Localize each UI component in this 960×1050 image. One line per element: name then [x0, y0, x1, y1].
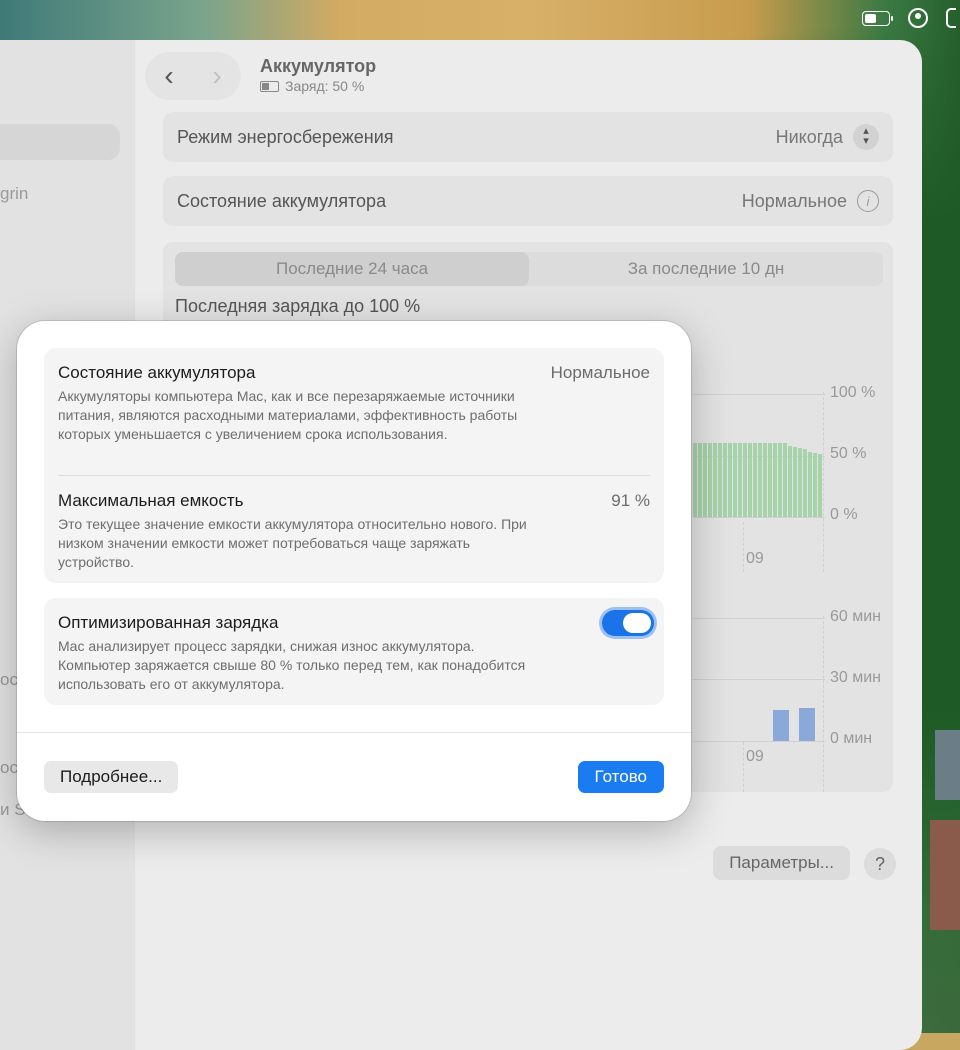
info-icon[interactable]: i	[857, 190, 879, 212]
power-saving-row[interactable]: Режим энергосбережения Никогда ▴ ▾	[163, 112, 893, 162]
tab-last-10-days[interactable]: За последние 10 дн	[529, 252, 883, 286]
usage-tick-label: 60 мин	[830, 608, 882, 625]
capacity-title: Максимальная емкость	[58, 491, 244, 510]
history-range-segmented-control: Последние 24 часа За последние 10 дн	[175, 252, 883, 286]
sidebar-search-field[interactable]	[0, 124, 120, 160]
navigation-buttons: ‹ ›	[145, 52, 241, 100]
control-center-icon[interactable]	[946, 8, 956, 28]
user-account-icon[interactable]	[908, 8, 928, 28]
health-item: Состояние аккумулятора Нормальное Аккуму…	[58, 363, 650, 444]
forward-chevron-icon[interactable]: ›	[212, 62, 221, 90]
battery-health-label: Состояние аккумулятора	[177, 190, 387, 211]
chart-gridline	[693, 618, 825, 619]
battery-health-value: Нормальное	[741, 190, 847, 211]
battery-icon	[260, 80, 279, 92]
wallpaper-roof	[935, 730, 960, 800]
level-bar	[748, 443, 752, 517]
health-description: Аккумуляторы компьютера Mac, как и все п…	[58, 388, 518, 442]
level-tick-label: 0 %	[830, 506, 858, 523]
optimized-item: Оптимизированная зарядка Mac анализирует…	[58, 613, 650, 694]
page-title: Аккумулятор	[260, 56, 377, 76]
level-bar	[803, 449, 807, 517]
capacity-item: Максимальная емкость 91 % Это текущее зн…	[58, 491, 650, 572]
tab-last-24-hours[interactable]: Последние 24 часа	[175, 252, 529, 286]
level-bar	[783, 443, 787, 517]
hour-tick-label: 09	[746, 550, 764, 567]
level-bar	[708, 443, 712, 517]
capacity-value: 91 %	[611, 491, 650, 510]
level-bar	[798, 448, 802, 517]
chart-axis-line	[823, 392, 824, 572]
level-bar	[753, 443, 757, 517]
usage-bar	[799, 708, 815, 741]
chart-axis-line	[823, 616, 824, 792]
level-tick-label: 50 %	[830, 445, 867, 462]
level-bar	[808, 451, 812, 517]
battery-health-row: Состояние аккумулятора Нормальное i	[163, 176, 893, 226]
chart-hour-line	[743, 742, 744, 792]
level-tick-label: 100 %	[830, 384, 876, 401]
toggle-knob	[623, 613, 651, 633]
battery-status-icon[interactable]	[862, 10, 893, 26]
dialog-footer-divider	[17, 732, 691, 733]
optimized-charging-card: Оптимизированная зарядка Mac анализирует…	[44, 598, 664, 705]
level-bar	[698, 443, 702, 517]
level-bar	[693, 443, 697, 517]
options-button[interactable]: Параметры...	[713, 846, 850, 880]
power-saving-value[interactable]: Никогда	[776, 127, 843, 148]
level-bar	[788, 445, 792, 517]
level-bar	[768, 443, 772, 517]
learn-more-button[interactable]: Подробнее...	[44, 761, 179, 793]
help-button[interactable]: ?	[864, 848, 896, 880]
usage-tick-label: 30 мин	[830, 669, 882, 686]
level-bar	[713, 443, 717, 517]
level-bar	[733, 443, 737, 517]
back-chevron-icon[interactable]: ‹	[164, 62, 173, 90]
battery-info-card: Состояние аккумулятора Нормальное Аккуму…	[44, 348, 664, 583]
usage-tick-label: 0 мин	[830, 730, 873, 747]
power-saving-label: Режим энергосбережения	[177, 126, 394, 147]
menu-bar-status-icons	[862, 8, 960, 28]
level-bar	[723, 443, 727, 517]
capacity-description: Это текущее значение емкости аккумулятор…	[58, 516, 527, 570]
popup-stepper-icon[interactable]: ▴ ▾	[853, 124, 879, 150]
optimized-charging-toggle[interactable]	[602, 610, 654, 636]
level-bar	[773, 443, 777, 517]
wallpaper-water	[0, 0, 340, 42]
done-button[interactable]: Готово	[577, 761, 664, 793]
level-bar	[793, 446, 797, 517]
optimized-title: Оптимизированная зарядка	[58, 613, 279, 632]
level-bar	[743, 443, 747, 517]
chart-gridline	[693, 517, 825, 518]
charge-subtitle: Заряд: 50 %	[260, 78, 364, 94]
level-bar	[818, 454, 822, 517]
health-value: Нормальное	[550, 363, 650, 382]
charge-level-text: Заряд: 50 %	[285, 78, 365, 94]
level-bar	[813, 453, 817, 517]
sidebar-item-label[interactable]: oc	[0, 670, 18, 690]
divider	[58, 475, 650, 476]
level-bar	[778, 443, 782, 517]
chart-gridline	[693, 741, 825, 742]
level-bar	[728, 443, 732, 517]
battery-health-dialog: Состояние аккумулятора Нормальное Аккуму…	[17, 321, 691, 821]
usage-bar	[773, 710, 789, 741]
level-bar	[738, 443, 742, 517]
last-charge-text: Последняя зарядка до 100 %	[175, 296, 421, 316]
level-bar	[703, 443, 707, 517]
sidebar-item-label[interactable]: grin	[0, 184, 28, 204]
wallpaper-roof	[930, 820, 960, 930]
hour-tick-label: 09	[746, 748, 764, 765]
chart-gridline	[693, 679, 825, 680]
chart-gridline	[693, 394, 825, 395]
chart-hour-line	[743, 522, 744, 572]
optimized-description: Mac анализирует процесс зарядки, снижая …	[58, 638, 526, 692]
level-bar	[763, 443, 767, 517]
level-bar	[758, 443, 762, 517]
sidebar-item-label[interactable]: oc	[0, 758, 18, 778]
level-bar	[718, 443, 722, 517]
